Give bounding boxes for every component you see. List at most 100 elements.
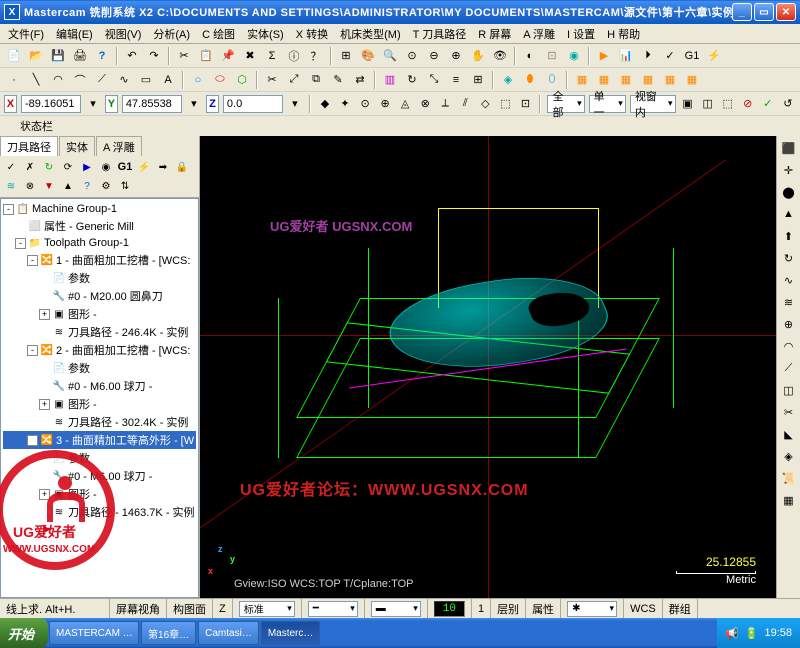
rt-sweep-icon[interactable]: ∿	[779, 270, 799, 290]
x-input[interactable]	[21, 95, 81, 113]
trim-icon[interactable]: ✂	[262, 70, 282, 90]
rotate-icon[interactable]: ↻	[402, 70, 422, 90]
menu-item[interactable]: T 刀具路径	[407, 24, 473, 44]
array-icon[interactable]: ⊞	[468, 70, 488, 90]
color-box[interactable]: 10	[434, 601, 465, 617]
rt-bool-icon[interactable]: ⊕	[779, 314, 799, 334]
lock-icon[interactable]: 🔒	[173, 158, 191, 176]
status-depth[interactable]: 层别	[491, 599, 526, 618]
mirror-icon[interactable]: ▥	[380, 70, 400, 90]
sel5-icon[interactable]: ✓	[760, 94, 776, 114]
spline-icon[interactable]: ∿	[114, 70, 134, 90]
menu-item[interactable]: 分析(A)	[147, 24, 196, 44]
rt-fillet-icon[interactable]: ◠	[779, 336, 799, 356]
tree-item[interactable]: ≋刀具路径 - 246.4K - 实例	[3, 323, 196, 341]
status-level[interactable]: 1	[472, 599, 491, 618]
snap9-icon[interactable]: ◇	[477, 94, 493, 114]
x-spin-icon[interactable]: ▾	[85, 94, 101, 114]
menu-item[interactable]: H 帮助	[601, 24, 646, 44]
sel3-icon[interactable]: ⬚	[720, 94, 736, 114]
rt-loft-icon[interactable]: ≋	[779, 292, 799, 312]
tree-item[interactable]: -🔀2 - 曲面粗加工挖槽 - [WCS:	[3, 341, 196, 359]
menu-item[interactable]: X 转换	[290, 24, 334, 44]
tree-item[interactable]: 📄参数	[3, 449, 196, 467]
menu-item[interactable]: 编辑(E)	[50, 24, 99, 44]
offset-icon[interactable]: ≡	[446, 70, 466, 90]
menu-item[interactable]: I 设置	[561, 24, 601, 44]
repaint-icon[interactable]: 🎨	[358, 46, 378, 66]
tree-item[interactable]: 🔧#0 - M6.00 球刀 -	[3, 377, 196, 395]
status-view[interactable]: 屏幕视角	[110, 599, 167, 618]
select-all-icon[interactable]: ✓	[2, 158, 20, 176]
operations-tree[interactable]: -📋Machine Group-1⬜属性 - Generic Mill-📁Too…	[0, 198, 199, 598]
taskbar-button[interactable]: MASTERCAM …	[49, 621, 139, 645]
tray-icon[interactable]: 🔋	[745, 627, 759, 640]
close-button[interactable]: ✕	[776, 3, 796, 21]
tree-item[interactable]: -🔀3 - 曲面精加工等高外形 - [W	[3, 431, 196, 449]
chamfer-icon[interactable]: ⟋	[92, 70, 112, 90]
zoom-window-icon[interactable]: 🔍	[380, 46, 400, 66]
tree-item[interactable]: 📄参数	[3, 359, 196, 377]
snap6-icon[interactable]: ⊗	[417, 94, 433, 114]
question-icon[interactable]: ？	[306, 46, 326, 66]
menu-item[interactable]: 文件(F)	[2, 24, 50, 44]
snap10-icon[interactable]: ⬚	[497, 94, 513, 114]
panel-tab[interactable]: A 浮雕	[96, 136, 142, 156]
status-attr[interactable]: 属性	[526, 599, 561, 618]
toggle-posting-icon[interactable]: ⊗	[21, 177, 39, 195]
linetype-combo[interactable]: ━	[308, 601, 358, 617]
sigma-icon[interactable]: Σ	[262, 46, 282, 66]
tree-item[interactable]: 🔧#0 - M6.00 球刀 -	[3, 467, 196, 485]
graphics-viewport[interactable]: UG爱好者 UGSNX.COM UG爱好者论坛：WWW.UGSNX.COM zy…	[200, 136, 776, 598]
wireframe-icon[interactable]: ⊡	[542, 46, 562, 66]
status-group[interactable]: 群组	[663, 599, 698, 618]
sel1-icon[interactable]: ▣	[680, 94, 696, 114]
grid2-icon[interactable]: ▦	[594, 70, 614, 90]
help-icon[interactable]: ?	[92, 46, 112, 66]
tree-item[interactable]: +▣图形 -	[3, 395, 196, 413]
print-icon[interactable]: 🖨	[70, 46, 90, 66]
tree-item[interactable]: 🔧#0 - M20.00 圆鼻刀	[3, 287, 196, 305]
post-ops-icon[interactable]: G1	[116, 158, 134, 176]
system-tray[interactable]: 📢 🔋 19:58	[717, 618, 800, 648]
verify-ops-icon[interactable]: ◉	[97, 158, 115, 176]
taskbar-button[interactable]: Camtasi…	[198, 621, 259, 645]
sel4-icon[interactable]: ⊘	[740, 94, 756, 114]
rt-trim-icon[interactable]: ✂	[779, 402, 799, 422]
rt-cube-icon[interactable]: ⬛	[779, 138, 799, 158]
new-icon[interactable]: 📄	[4, 46, 24, 66]
maximize-button[interactable]: ▭	[754, 3, 774, 21]
status-cplane[interactable]: 构图面	[167, 599, 213, 618]
surface-icon[interactable]: ◈	[498, 70, 518, 90]
tree-item[interactable]: -📁Toolpath Group-1	[3, 235, 196, 251]
sort-icon[interactable]: ⇅	[116, 177, 134, 195]
undo-icon[interactable]: ↶	[122, 46, 142, 66]
point-icon[interactable]: ·	[4, 70, 24, 90]
rt-layout-icon[interactable]: ▦	[779, 490, 799, 510]
rt-shell-icon[interactable]: ◫	[779, 380, 799, 400]
panel-tab[interactable]: 实体	[59, 136, 95, 156]
shade-icon[interactable]: ◐	[520, 46, 540, 66]
tree-item[interactable]: ▶	[3, 521, 196, 537]
snap1-icon[interactable]: ◆	[317, 94, 333, 114]
z-spin-icon[interactable]: ▾	[287, 94, 303, 114]
text-icon[interactable]: A	[158, 70, 178, 90]
rt-ext-icon[interactable]: ⬆	[779, 226, 799, 246]
rt-hist-icon[interactable]: 📜	[779, 468, 799, 488]
snap4-icon[interactable]: ⊕	[377, 94, 393, 114]
menu-item[interactable]: A 浮雕	[517, 24, 561, 44]
xform-icon[interactable]: ⇄	[350, 70, 370, 90]
snap5-icon[interactable]: ◬	[397, 94, 413, 114]
y-spin-icon[interactable]: ▾	[186, 94, 202, 114]
tray-icon[interactable]: 📢	[725, 627, 739, 640]
tree-item[interactable]: -📋Machine Group-1	[3, 201, 196, 217]
rectangle-icon[interactable]: ▭	[136, 70, 156, 90]
regen-dirty-icon[interactable]: ⟳	[59, 158, 77, 176]
rt-prim-icon[interactable]: ◈	[779, 446, 799, 466]
options-icon[interactable]: ⚙	[97, 177, 115, 195]
highfeed-icon[interactable]: ⚡	[704, 46, 724, 66]
tree-item[interactable]: ≋刀具路径 - 302.4K - 实例	[3, 413, 196, 431]
fillet-icon[interactable]: ⌒	[70, 70, 90, 90]
select-none-icon[interactable]: ✗	[21, 158, 39, 176]
status-z[interactable]: Z	[213, 599, 233, 618]
